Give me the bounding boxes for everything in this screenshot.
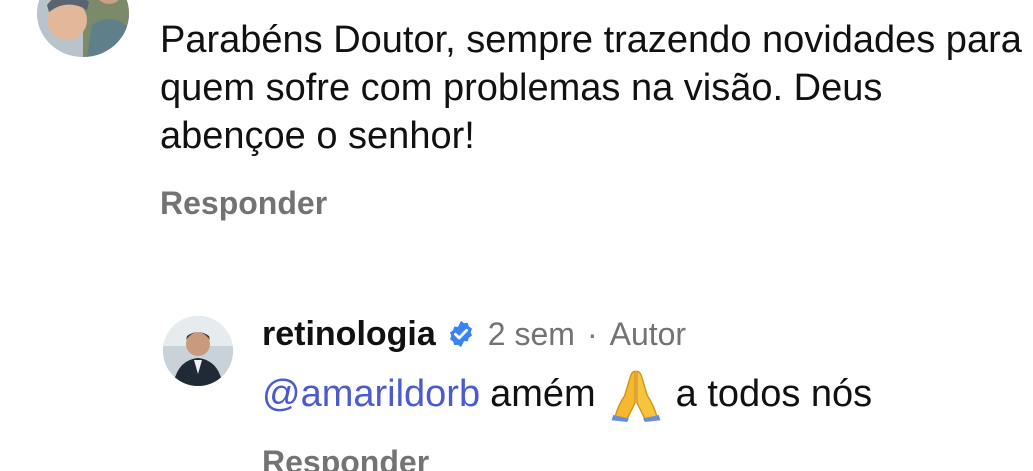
reply-text-after: a todos nós	[675, 372, 873, 415]
reply-button[interactable]: Responder	[160, 185, 327, 222]
reply-timestamp: 2 sem	[487, 315, 575, 352]
avatar-photo	[163, 316, 233, 386]
reply-text-before: amém	[490, 372, 596, 415]
reply-text: @amarildorb amém a todos nós	[262, 368, 873, 422]
reply-avatar[interactable]	[163, 316, 233, 386]
commenter-avatar[interactable]	[37, 0, 129, 57]
reply-username[interactable]: retinologia	[262, 315, 436, 354]
comment-thread: Parabéns Doutor, sempre trazendo novidad…	[0, 0, 1033, 471]
folded-hands-icon	[611, 370, 661, 422]
comment-text: Parabéns Doutor, sempre trazendo novidad…	[160, 19, 1022, 157]
verified-badge-icon	[449, 320, 472, 348]
meta-separator: ·	[586, 315, 598, 352]
reply-header: retinologia 2 sem · Autor	[262, 314, 686, 354]
avatar-photo	[37, 0, 129, 57]
reply-button-2[interactable]: Responder	[262, 444, 429, 471]
mention-link[interactable]: @amarildorb	[262, 373, 480, 416]
author-label: Autor	[609, 315, 687, 352]
